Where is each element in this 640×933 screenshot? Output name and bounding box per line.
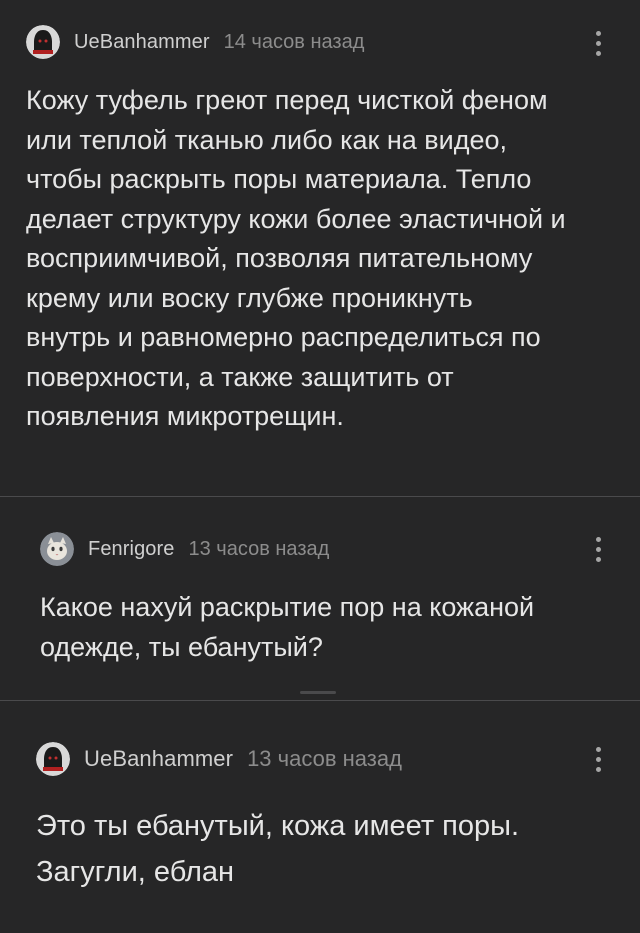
scroll-handle: [300, 691, 336, 694]
comment-text: Какое нахуй раскрытие пор на кожаной оде…: [40, 592, 535, 662]
avatar[interactable]: [36, 742, 70, 776]
comment-header: UeBanhammer 13 часов назад: [36, 742, 402, 776]
hooded-figure-icon: [26, 25, 60, 59]
hooded-figure-icon: [36, 742, 70, 776]
comment-text: Кожу туфель греют перед чисткой феном ил…: [26, 85, 566, 431]
comment-card: UeBanhammer 14 часов назад Кожу туфель г…: [0, 0, 640, 496]
comment-text: Это ты ебанутый, кожа имеет поры. Загугл…: [36, 810, 520, 888]
more-options-icon[interactable]: [593, 31, 603, 56]
timestamp: 13 часов назад: [247, 746, 402, 771]
username[interactable]: Fenrigore: [88, 538, 175, 561]
comment-header: Fenrigore 13 часов назад: [40, 532, 329, 566]
comment-card: UeBanhammer 13 часов назад Это ты ебанут…: [0, 701, 640, 933]
username[interactable]: UeBanhammer: [74, 31, 210, 54]
cat-avatar-icon: [40, 532, 74, 566]
avatar[interactable]: [40, 532, 74, 566]
comment-header: UeBanhammer 14 часов назад: [26, 25, 364, 59]
avatar[interactable]: [26, 25, 60, 59]
timestamp: 13 часов назад: [188, 537, 330, 560]
username[interactable]: UeBanhammer: [84, 746, 233, 772]
comment-card: Fenrigore 13 часов назад Какое нахуй рас…: [0, 497, 640, 700]
more-options-icon[interactable]: [593, 747, 603, 772]
more-options-icon[interactable]: [593, 537, 603, 562]
timestamp: 14 часов назад: [223, 30, 365, 53]
